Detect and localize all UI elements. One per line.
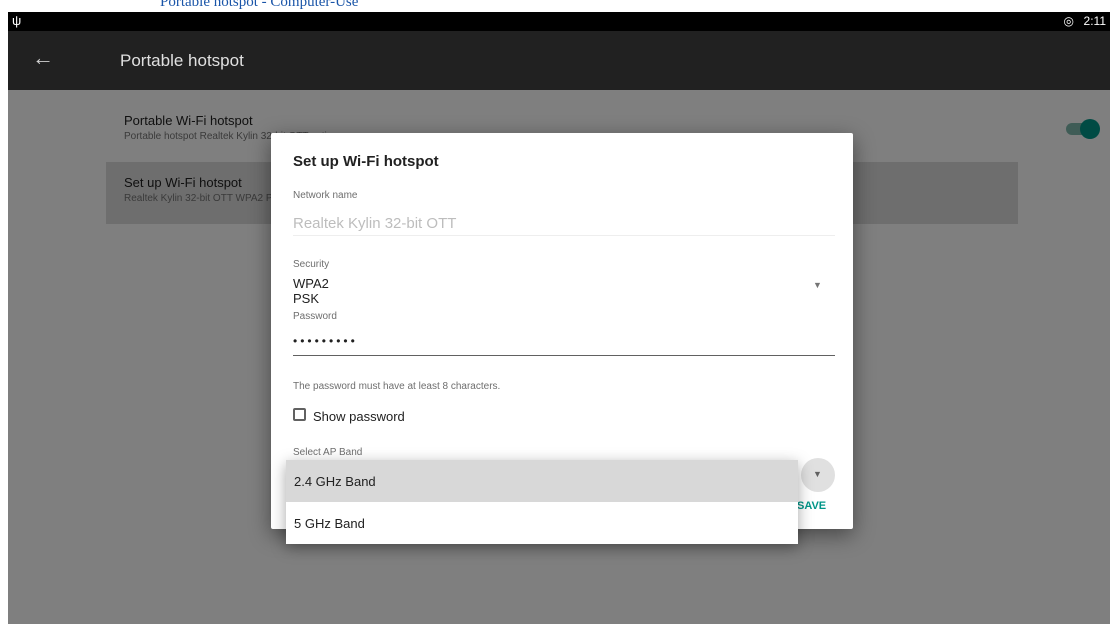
band-option-5ghz[interactable]: 5 GHz Band xyxy=(286,502,798,544)
ap-band-label: Select AP Band xyxy=(293,447,363,458)
ap-band-dropdown-button[interactable]: ▼ xyxy=(801,458,835,492)
network-name-input[interactable]: Realtek Kylin 32-bit OTT xyxy=(293,215,835,236)
band-option-2-4ghz[interactable]: 2.4 GHz Band xyxy=(286,460,798,502)
android-screen: ψ ◎ 2:11 ← Portable hotspot Portable Wi-… xyxy=(8,12,1110,624)
show-password-checkbox[interactable] xyxy=(293,408,306,421)
save-button[interactable]: SAVE xyxy=(797,500,826,512)
usb-icon: ψ xyxy=(12,13,22,28)
browser-link[interactable]: Portable hotspot - Computer-Use xyxy=(160,0,358,11)
back-arrow-icon[interactable]: ← xyxy=(32,45,54,71)
page-title: Portable hotspot xyxy=(120,51,244,70)
ap-band-popup: 2.4 GHz Band 5 GHz Band xyxy=(286,460,798,544)
wifi-hotspot-icon: ◎ xyxy=(1063,14,1074,28)
status-bar: ψ ◎ 2:11 xyxy=(8,12,1110,31)
clock: 2:11 xyxy=(1083,14,1106,28)
app-bar: ← Portable hotspot xyxy=(8,31,1110,90)
chevron-down-icon[interactable]: ▼ xyxy=(813,280,822,290)
network-name-label: Network name xyxy=(293,190,358,201)
password-hint: The password must have at least 8 charac… xyxy=(293,381,501,392)
security-label: Security xyxy=(293,259,330,270)
password-label: Password xyxy=(293,311,337,322)
show-password-label[interactable]: Show password xyxy=(313,409,405,424)
security-value: WPA2 PSK xyxy=(293,276,329,306)
password-input[interactable]: ••••••••• xyxy=(293,334,835,356)
dialog-title: Set up Wi-Fi hotspot xyxy=(293,153,439,170)
chevron-down-icon: ▼ xyxy=(813,469,822,479)
option-label: 5 GHz Band xyxy=(294,516,365,531)
option-label: 2.4 GHz Band xyxy=(294,474,376,489)
